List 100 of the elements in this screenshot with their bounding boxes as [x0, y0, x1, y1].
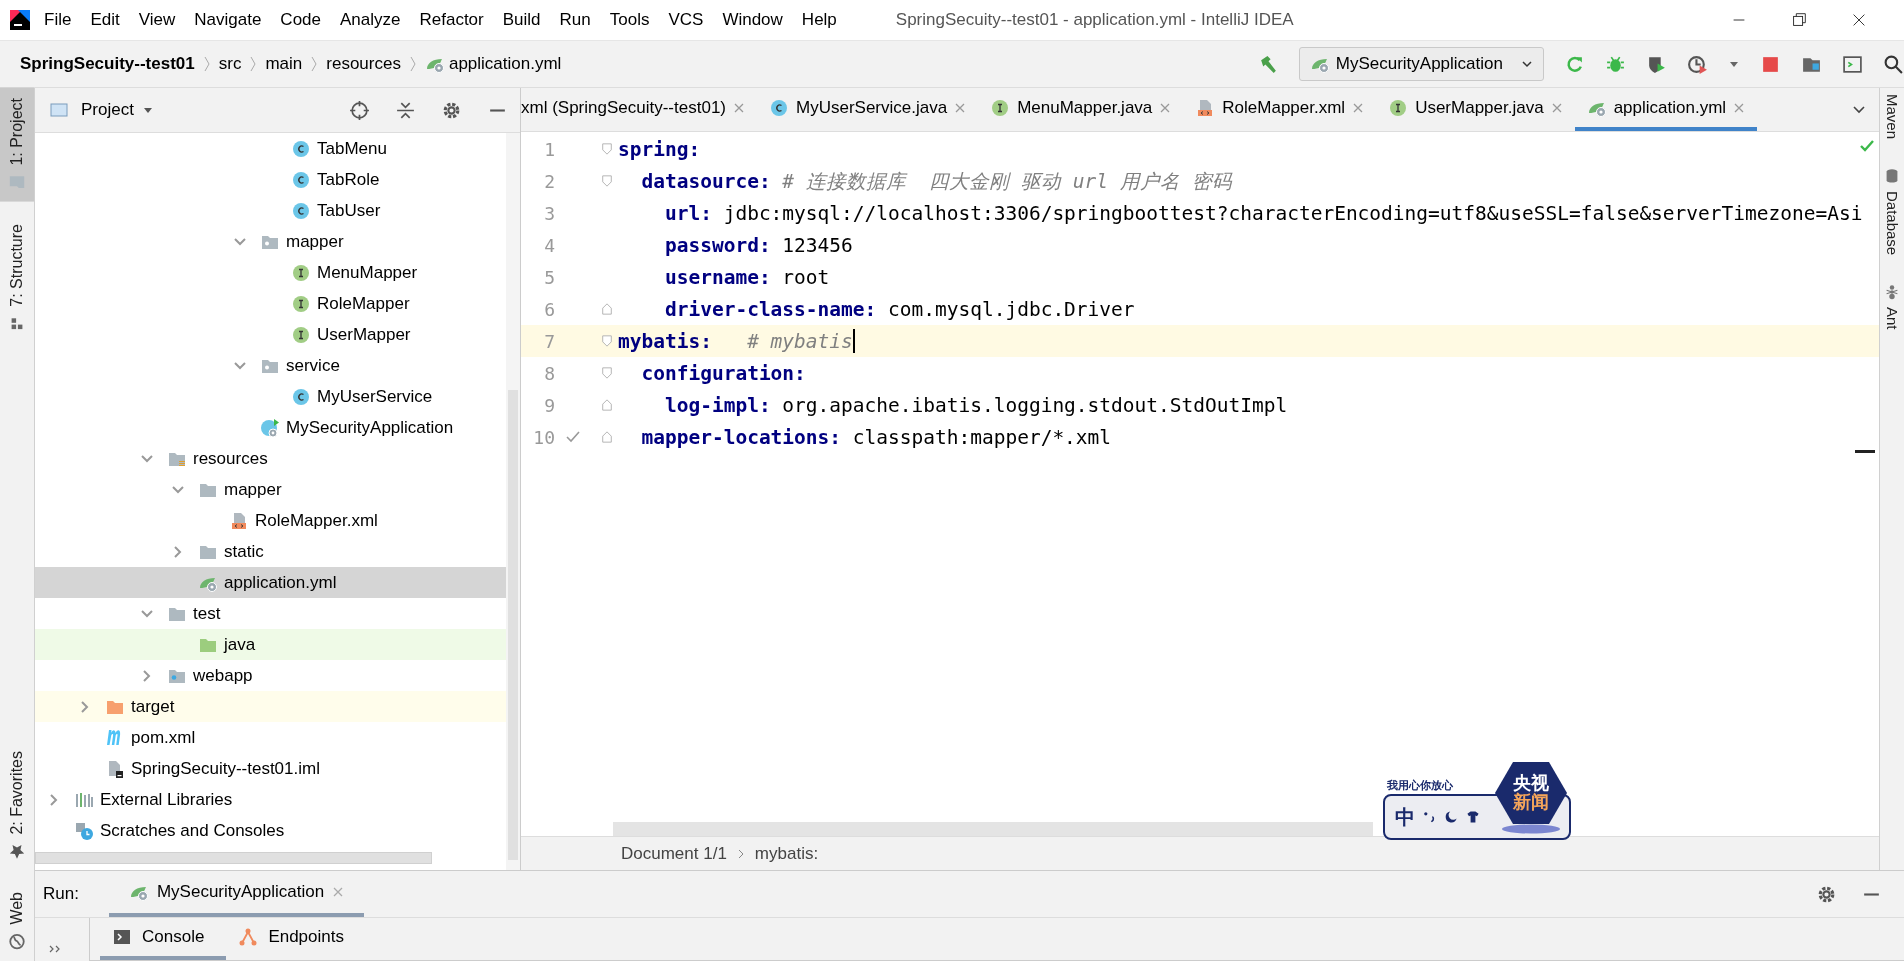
endpoints-icon: [238, 927, 259, 947]
run-configuration-dropdown[interactable]: MySecurityApplication: [1298, 47, 1544, 81]
code-line: spring:: [617, 137, 701, 161]
breadcrumb-item[interactable]: resources: [326, 54, 401, 74]
tree-item[interactable]: RoleMapper: [35, 288, 506, 319]
tree-item[interactable]: MyUserService: [35, 381, 506, 412]
moon-icon[interactable]: [1443, 809, 1459, 825]
tree-item[interactable]: RoleMapper.xml: [35, 505, 506, 536]
code-line: username: root: [663, 265, 830, 289]
tree-item[interactable]: static: [35, 536, 506, 567]
menu-item[interactable]: Edit: [90, 10, 120, 30]
tree-item[interactable]: External Libraries: [35, 784, 506, 815]
menu-item[interactable]: Window: [722, 10, 783, 30]
ime-slogan: 我用心你放心: [1387, 778, 1453, 793]
tree-item[interactable]: TabUser: [35, 195, 506, 226]
search-icon[interactable]: [1883, 53, 1904, 75]
tool-window-tab[interactable]: 7: Structure: [0, 213, 34, 343]
check-icon: [1859, 138, 1875, 154]
editor-tab[interactable]: application.yml: [1574, 88, 1758, 131]
tree-item[interactable]: target: [35, 691, 506, 722]
scratch-file-icon: [74, 820, 94, 841]
tree-item[interactable]: test: [35, 598, 506, 629]
line-number: 8: [543, 362, 555, 384]
menu-item[interactable]: VCS: [668, 10, 704, 30]
terminal-icon[interactable]: [1842, 53, 1863, 75]
chevron-right-icon: [249, 54, 258, 74]
editor-tab[interactable]: UserMapper.java: [1376, 88, 1575, 131]
fold-end-icon[interactable]: [601, 398, 613, 412]
tree-item[interactable]: mapper: [35, 474, 506, 505]
tool-window-tab[interactable]: Database: [1880, 161, 1904, 262]
tool-window-tab[interactable]: 2: Favorites: [0, 740, 34, 871]
tree-item[interactable]: resources: [35, 443, 506, 474]
scrollbar-thumb[interactable]: [613, 822, 1373, 836]
class-icon: [769, 97, 789, 118]
tree-item[interactable]: TabRole: [35, 164, 506, 195]
locate-icon[interactable]: [349, 99, 370, 121]
menu-item[interactable]: View: [138, 10, 176, 30]
fold-start-icon[interactable]: [601, 174, 613, 188]
console-tab[interactable]: Endpoints: [226, 918, 366, 960]
line-number: 9: [543, 394, 555, 416]
tool-window-tab[interactable]: Maven: [1880, 88, 1904, 146]
panel-title[interactable]: Project: [81, 100, 134, 120]
tree-item[interactable]: TabMenu: [35, 133, 506, 164]
line-number: 4: [543, 234, 555, 256]
breadcrumb-item[interactable]: mybatis:: [754, 843, 819, 864]
console-tab[interactable]: Console: [100, 918, 227, 960]
fold-end-icon[interactable]: [601, 430, 613, 444]
tree-item[interactable]: application.yml: [35, 567, 506, 598]
menu-item[interactable]: Tools: [609, 10, 650, 30]
breadcrumb-item[interactable]: SpringSecuity--test01: [20, 54, 195, 74]
menu-item[interactable]: Refactor: [419, 10, 484, 30]
editor-tab[interactable]: xml (SpringSecuity--test01): [521, 88, 757, 131]
line-number: 2: [543, 170, 555, 192]
editor-tab[interactable]: MenuMapper.java: [978, 88, 1184, 131]
shirt-icon[interactable]: [1465, 809, 1481, 825]
fold-start-icon[interactable]: [601, 334, 613, 348]
tree-item[interactable]: Scratches and Consoles: [35, 815, 506, 846]
tool-window-tab[interactable]: 1: Project: [0, 88, 34, 202]
tree-item[interactable]: SpringSecuity--test01.iml: [35, 753, 506, 784]
run-tab[interactable]: MySecurityApplication: [108, 871, 365, 917]
window-title: SpringSecuity--test01 - application.yml - IntelliJ IDEA: [895, 10, 1294, 30]
class-icon: [291, 200, 311, 221]
punctuation-icon[interactable]: [1421, 809, 1437, 825]
breadcrumb-item[interactable]: src: [218, 54, 242, 74]
breadcrumb-item[interactable]: application.yml: [424, 54, 562, 74]
tree-item[interactable]: mapper: [35, 226, 506, 257]
scrollbar-thumb[interactable]: [35, 852, 432, 864]
menu-item[interactable]: File: [44, 10, 72, 30]
window-icon: [49, 100, 69, 120]
tree-item[interactable]: MySecurityApplication: [35, 412, 506, 443]
tree-item[interactable]: MenuMapper: [35, 257, 506, 288]
breadcrumb-item[interactable]: Document 1/1: [621, 843, 727, 864]
chevron-right-icon: [408, 54, 417, 74]
input-mode-toggle[interactable]: 中: [1395, 803, 1415, 831]
class-icon: [291, 138, 311, 159]
menu-item[interactable]: Build: [502, 10, 541, 30]
tree-item[interactable]: service: [35, 350, 506, 381]
interface-icon: [291, 324, 311, 345]
tool-window-tab[interactable]: Ant: [1880, 277, 1904, 336]
menu-item[interactable]: Run: [559, 10, 591, 30]
menu-item[interactable]: Code: [280, 10, 321, 30]
ide-logo-icon[interactable]: [10, 10, 30, 30]
fold-start-icon[interactable]: [601, 366, 613, 380]
tree-item[interactable]: UserMapper: [35, 319, 506, 350]
tool-window-tab[interactable]: Web: [0, 882, 34, 961]
menu-item[interactable]: Help: [801, 10, 837, 30]
menu-item[interactable]: Navigate: [194, 10, 262, 30]
menu-item[interactable]: Analyze: [340, 10, 401, 30]
profiler-icon[interactable]: [1687, 53, 1708, 75]
fold-start-icon[interactable]: [601, 142, 613, 156]
class-icon: [291, 386, 311, 407]
tree-item[interactable]: webapp: [35, 660, 506, 691]
tree-item[interactable]: java: [35, 629, 506, 660]
restore-icon[interactable]: [1790, 11, 1808, 29]
tree-item[interactable]: pom.xml: [35, 722, 506, 753]
badge-text: 新闻: [1513, 793, 1549, 812]
fold-end-icon[interactable]: [601, 302, 613, 316]
editor-tab[interactable]: RoleMapper.xml: [1183, 88, 1377, 131]
breadcrumb-item[interactable]: main: [265, 54, 303, 74]
editor-tab[interactable]: MyUserService.java: [757, 88, 979, 131]
